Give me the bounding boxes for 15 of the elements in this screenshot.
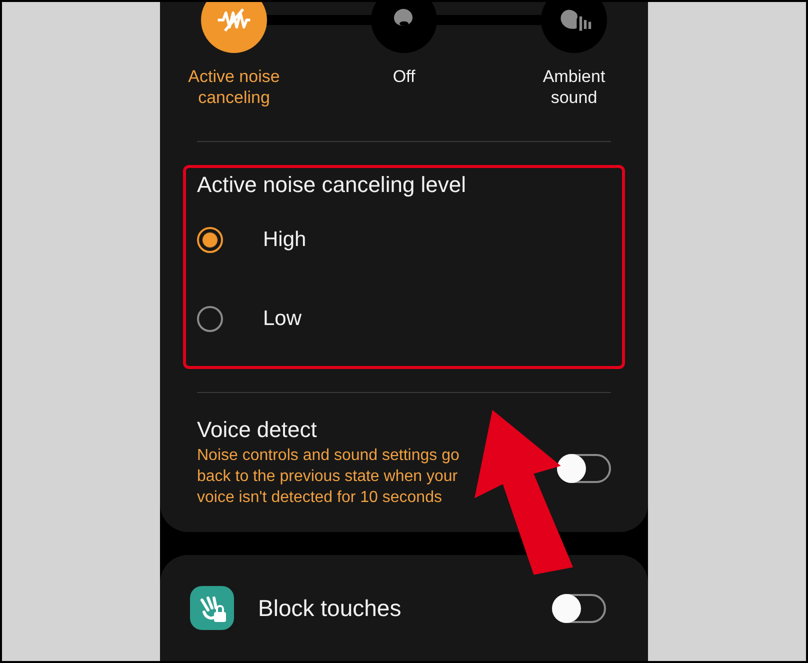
hand-lock-icon — [190, 586, 234, 630]
toggle-switch[interactable] — [552, 594, 606, 622]
setting-description: Noise controls and sound settings go back to the previous state when your voice isn't detected for 10 seconds — [197, 446, 460, 508]
mode-label: Active noise canceling — [187, 66, 281, 108]
option-label: High — [263, 228, 306, 252]
setting-title: Voice detect — [197, 416, 318, 444]
section-title: Active noise canceling level — [197, 171, 468, 199]
option-label: Low — [263, 306, 302, 330]
setting-title: Block touches — [258, 594, 402, 622]
mode-button[interactable] — [201, 2, 267, 53]
radio-button[interactable] — [197, 306, 223, 332]
mode-label: Off — [392, 66, 416, 87]
radio-button[interactable] — [197, 226, 223, 252]
mode-label: Ambient sound — [542, 66, 606, 108]
toggle-switch[interactable] — [557, 454, 611, 483]
